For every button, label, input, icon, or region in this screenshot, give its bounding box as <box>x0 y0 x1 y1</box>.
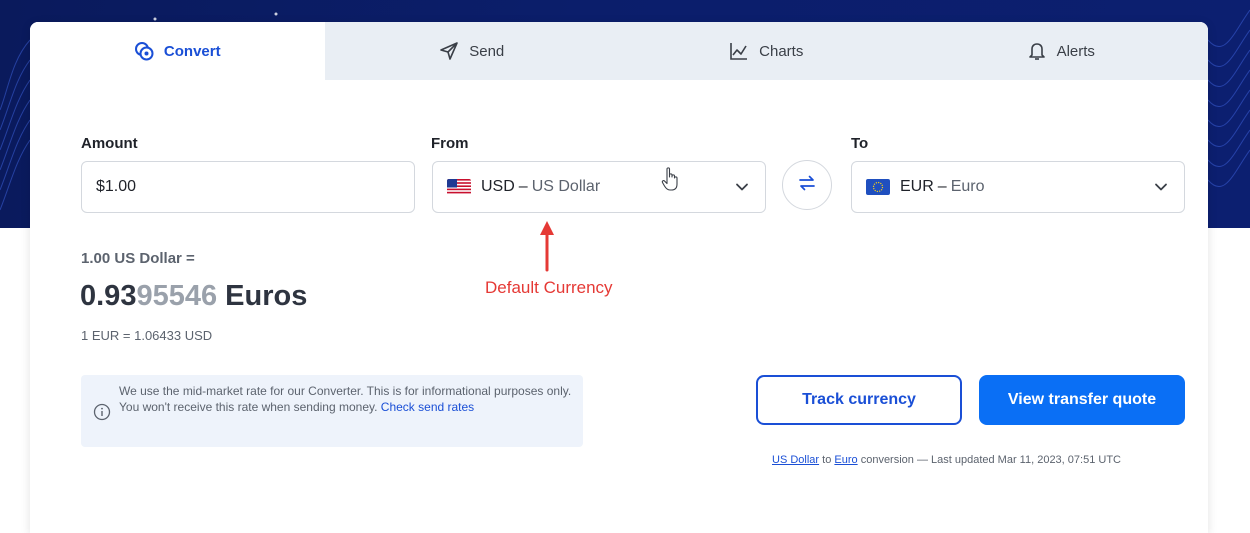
tab-alerts[interactable]: Alerts <box>913 22 1208 80</box>
from-currency-select[interactable]: USD – US Dollar <box>432 161 766 213</box>
chevron-down-icon <box>1154 180 1168 199</box>
from-label: From <box>431 135 469 152</box>
tab-label: Alerts <box>1056 42 1095 60</box>
to-currency-select[interactable]: EUR – Euro <box>851 161 1185 213</box>
swap-currencies-button[interactable] <box>782 160 832 210</box>
footnote-rest: conversion — Last updated Mar 11, 2023, … <box>860 454 1121 466</box>
tab-label: Send <box>469 42 505 60</box>
paper-plane-icon <box>439 41 459 61</box>
from-currency-code: USD <box>481 178 515 195</box>
tab-send[interactable]: Send <box>324 22 619 80</box>
amount-label: Amount <box>81 135 138 152</box>
from-separator: – <box>518 178 528 195</box>
to-currency-code: EUR <box>900 178 934 195</box>
line-chart-icon <box>729 41 749 61</box>
last-updated-footnote: US Dollar to Euro conversion — Last upda… <box>772 454 1121 466</box>
red-arrow-icon <box>539 220 555 277</box>
default-currency-annotation: Default Currency <box>485 278 613 297</box>
chevron-down-icon <box>735 180 749 199</box>
bell-icon <box>1027 41 1047 61</box>
to-currency-name: Euro <box>950 178 985 195</box>
euro-link[interactable]: Euro <box>834 454 857 466</box>
us-dollar-link[interactable]: US Dollar <box>772 454 819 466</box>
hand-cursor-icon <box>661 166 681 197</box>
inverse-rate-text: 1 EUR = 1.06433 USD <box>81 328 213 343</box>
view-transfer-quote-button[interactable]: View transfer quote <box>979 375 1185 425</box>
mid-market-info-box: We use the mid-market rate for our Conve… <box>81 375 583 447</box>
result-strong-digits: 0.93 <box>80 280 137 312</box>
to-label: To <box>851 135 869 152</box>
tab-label: Charts <box>759 42 804 60</box>
to-separator: – <box>937 178 947 195</box>
tab-bar: Convert Send Charts Alerts <box>30 22 1208 80</box>
info-icon <box>93 403 111 425</box>
conversion-result: 0.9395546 Euros <box>80 280 307 313</box>
amount-field[interactable] <box>81 161 415 213</box>
check-send-rates-link[interactable]: Check send rates <box>381 400 474 414</box>
amount-input[interactable] <box>96 178 400 196</box>
track-currency-button[interactable]: Track currency <box>756 375 962 425</box>
conversion-source-text: 1.00 US Dollar = <box>81 250 195 267</box>
result-unit: Euros <box>217 280 308 312</box>
coins-icon <box>134 41 154 61</box>
from-currency-name: US Dollar <box>531 178 601 195</box>
us-flag-icon <box>447 179 471 195</box>
converter-card: Convert Send Charts Alerts Amount From <box>30 22 1208 533</box>
footnote-to: to <box>822 454 832 466</box>
tab-convert[interactable]: Convert <box>30 22 325 80</box>
result-faded-digits: 95546 <box>136 280 218 312</box>
eu-flag-icon <box>866 179 890 195</box>
swap-arrows-icon <box>798 174 816 197</box>
tab-charts[interactable]: Charts <box>619 22 914 80</box>
tab-label: Convert <box>163 42 221 60</box>
info-text: We use the mid-market rate for our Conve… <box>119 384 572 414</box>
